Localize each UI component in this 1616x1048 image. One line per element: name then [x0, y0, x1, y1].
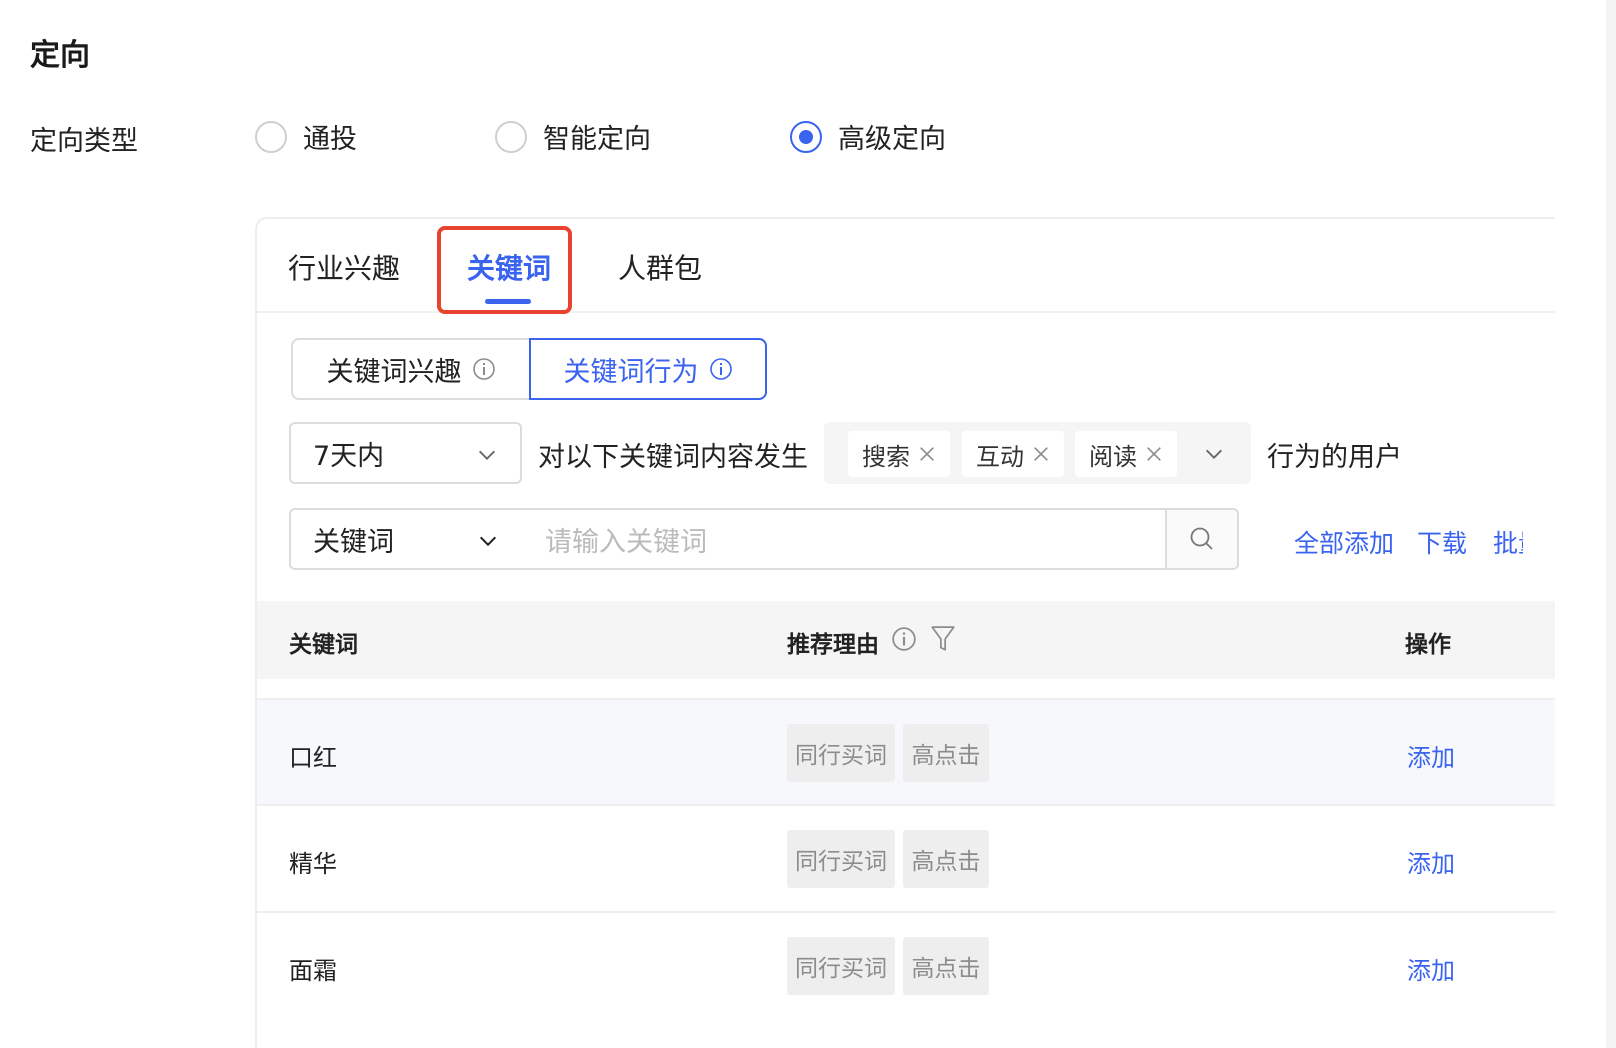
chevron-down-icon [479, 450, 495, 460]
reason-tag: 同行买词 [787, 830, 895, 888]
chevron-down-icon [479, 536, 497, 547]
batch-link[interactable]: 批量 [1493, 524, 1523, 560]
period-value: 7天内 [313, 440, 385, 472]
table-row: 口红 同行买词 高点击 添加 [257, 698, 1555, 804]
table-header: 关键词 推荐理由 操作 [257, 601, 1555, 679]
keyword-cell: 精华 [289, 850, 337, 878]
search-icon [1190, 527, 1213, 550]
chevron-down-icon[interactable] [1203, 443, 1225, 465]
table-row: 面霜 同行买词 高点击 添加 [257, 911, 1555, 1017]
filter-icon[interactable] [930, 625, 956, 653]
segment-label: 关键词兴趣 [326, 356, 462, 388]
active-tab-indicator [485, 299, 531, 304]
segment-keyword-interest[interactable]: 关键词兴趣 [291, 338, 531, 400]
scrollbar[interactable] [1606, 0, 1616, 1048]
close-icon[interactable] [1032, 445, 1050, 463]
segment-keyword-behavior[interactable]: 关键词行为 [529, 338, 767, 400]
section-title: 定向 [30, 38, 90, 73]
add-button[interactable]: 添加 [1407, 844, 1455, 879]
header-action: 操作 [1405, 632, 1451, 658]
tag-label: 互动 [976, 442, 1024, 471]
info-icon [472, 358, 495, 380]
behavior-tag-interact: 互动 [962, 431, 1064, 477]
radio-label: 智能定向 [543, 124, 651, 155]
behavior-tag-select[interactable]: 搜索 互动 阅读 [824, 422, 1251, 484]
segment-label: 关键词行为 [563, 356, 699, 388]
advanced-targeting-panel: 行业兴趣 关键词 人群包 关键词兴趣 关键词行为 7天内 对以下关键词内容发生 … [255, 217, 1555, 1048]
reason-tag: 高点击 [903, 724, 989, 782]
reason-tag: 同行买词 [787, 937, 895, 995]
radio-label: 通投 [303, 124, 357, 155]
close-icon[interactable] [1145, 445, 1163, 463]
tab-audience-package[interactable]: 人群包 [618, 247, 702, 287]
search-type-value: 关键词 [313, 526, 394, 558]
tag-label: 阅读 [1089, 442, 1137, 471]
info-icon [709, 358, 732, 380]
radio-circle [495, 120, 527, 153]
keyword-search-input[interactable]: 请输入关键词 [521, 508, 1167, 570]
reason-tag: 高点击 [903, 830, 989, 888]
close-icon[interactable] [918, 445, 936, 463]
targeting-type-row: 定向类型 通投 智能定向 高级定向 [30, 117, 1130, 157]
radio-label: 高级定向 [838, 124, 946, 155]
reason-tag: 高点击 [903, 937, 989, 995]
search-button[interactable] [1165, 508, 1239, 570]
radio-circle-checked [790, 120, 822, 153]
behavior-text-before: 对以下关键词内容发生 [538, 442, 808, 473]
search-type-select[interactable]: 关键词 [289, 508, 523, 570]
page: 定向 定向类型 通投 智能定向 高级定向 行业兴趣 关键词 人群包 关键词兴趣 [0, 0, 1616, 1048]
tag-label: 搜索 [862, 442, 910, 471]
reason-tag: 同行买词 [787, 724, 895, 782]
behavior-text-after: 行为的用户 [1267, 442, 1402, 473]
tab-bar: 行业兴趣 关键词 人群包 [257, 219, 1555, 314]
radio-circle [255, 120, 287, 153]
info-icon[interactable] [891, 626, 917, 652]
add-button[interactable]: 添加 [1407, 951, 1455, 986]
add-button[interactable]: 添加 [1407, 738, 1455, 773]
add-all-link[interactable]: 全部添加 [1294, 524, 1394, 560]
radio-advanced[interactable]: 高级定向 [790, 117, 946, 156]
radio-all[interactable]: 通投 [255, 117, 357, 156]
header-reason: 推荐理由 [787, 632, 879, 658]
radio-smart[interactable]: 智能定向 [495, 117, 651, 156]
table-row: 精华 同行买词 高点击 添加 [257, 804, 1555, 910]
tab-industry-interest[interactable]: 行业兴趣 [288, 247, 400, 287]
keyword-cell: 面霜 [289, 957, 337, 985]
behavior-tag-read: 阅读 [1075, 431, 1177, 477]
download-link[interactable]: 下载 [1417, 524, 1467, 560]
period-select[interactable]: 7天内 [289, 422, 522, 484]
behavior-tag-search: 搜索 [848, 431, 950, 477]
header-keyword: 关键词 [289, 632, 358, 658]
targeting-type-label: 定向类型 [30, 126, 138, 157]
keyword-cell: 口红 [289, 744, 337, 772]
tab-keyword[interactable]: 关键词 [467, 247, 551, 287]
